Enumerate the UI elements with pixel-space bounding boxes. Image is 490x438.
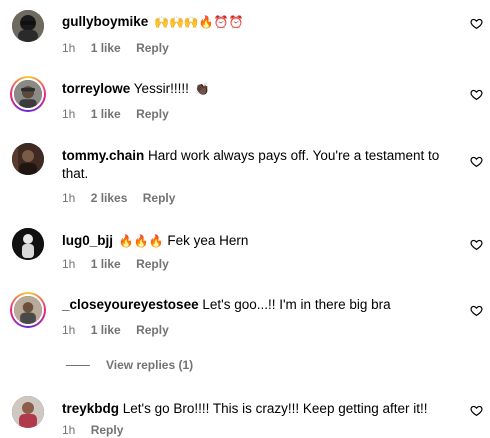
comment-line: gullyboymike 🙌🙌🙌🔥⏰⏰ — [62, 13, 244, 31]
avatar[interactable] — [12, 228, 44, 260]
heart-icon[interactable] — [470, 17, 483, 30]
comment-line: _closeyoureyestosee Let's goo...!! I'm i… — [62, 296, 391, 314]
comment-emojis: 🙌🙌🙌🔥⏰⏰ — [154, 15, 244, 29]
replies-divider — [66, 365, 90, 367]
heart-icon[interactable] — [470, 304, 483, 317]
comment-username[interactable]: torreylowe — [62, 81, 130, 96]
reply-button[interactable]: Reply — [136, 107, 169, 121]
comment-text: Let's goo...!! I'm in there big bra — [202, 297, 391, 312]
avatar[interactable] — [12, 396, 44, 428]
comment-time: 1h — [62, 191, 76, 205]
comment-username[interactable]: gullyboymike — [62, 14, 148, 29]
comment-meta: 1h 1 like Reply — [62, 40, 181, 56]
comment-meta: 1h 1 like Reply — [62, 106, 181, 122]
avatar[interactable] — [12, 10, 44, 42]
comment-text: Yessir!!!!! — [133, 81, 189, 96]
comment-meta: 1h 1 like Reply — [62, 256, 181, 272]
heart-icon[interactable] — [470, 404, 483, 417]
comment-line: treykbdg Let's go Bro!!!! This is crazy!… — [62, 400, 428, 418]
comment-text: Fek yea Hern — [167, 233, 249, 248]
heart-icon[interactable] — [470, 88, 483, 101]
comment-username[interactable]: lug0_bjj — [62, 233, 113, 248]
comment-username[interactable]: treykbdg — [62, 401, 119, 416]
comment-likes[interactable]: 1 like — [91, 257, 121, 271]
comment-username[interactable]: tommy.chain — [62, 148, 144, 163]
avatar[interactable] — [12, 143, 44, 175]
reply-button[interactable]: Reply — [136, 257, 169, 271]
reply-button[interactable]: Reply — [136, 41, 169, 55]
comment-username[interactable]: _closeyoureyestosee — [62, 297, 199, 312]
comment-likes[interactable]: 1 like — [91, 41, 121, 55]
reply-button[interactable]: Reply — [136, 323, 169, 337]
reply-button[interactable]: Reply — [143, 191, 176, 205]
comment-likes[interactable]: 2 likes — [91, 191, 128, 205]
comment-meta: 1h 2 likes Reply — [62, 190, 187, 206]
view-replies-button[interactable]: View replies (1) — [66, 357, 193, 373]
comment-time: 1h — [62, 107, 76, 121]
comment-time: 1h — [62, 41, 76, 55]
comment-emojis: 🔥🔥🔥 — [118, 234, 164, 248]
avatar[interactable] — [10, 292, 46, 328]
comment-line: tommy.chain Hard work always pays off. Y… — [62, 147, 457, 183]
avatar[interactable] — [10, 76, 46, 112]
comment-meta: 1h 1 like Reply — [62, 322, 181, 338]
comment-time: 1h — [62, 257, 76, 271]
view-replies-label: View replies (1) — [106, 358, 194, 372]
comment-line: lug0_bjj 🔥🔥🔥 Fek yea Hern — [62, 232, 248, 250]
comment-time: 1h — [62, 323, 76, 337]
reply-button[interactable]: Reply — [91, 423, 124, 437]
comment-likes[interactable]: 1 like — [91, 107, 121, 121]
comment-likes[interactable]: 1 like — [91, 323, 121, 337]
heart-icon[interactable] — [470, 238, 483, 251]
comment-meta: 1h Reply — [62, 422, 135, 438]
comment-line: torreylowe Yessir!!!!! 👏🏿 — [62, 80, 210, 98]
comment-emojis: 👏🏿 — [194, 82, 210, 96]
comment-text: Let's go Bro!!!! This is crazy!!! Keep g… — [122, 401, 428, 416]
heart-icon[interactable] — [470, 155, 483, 168]
comment-time: 1h — [62, 423, 76, 437]
